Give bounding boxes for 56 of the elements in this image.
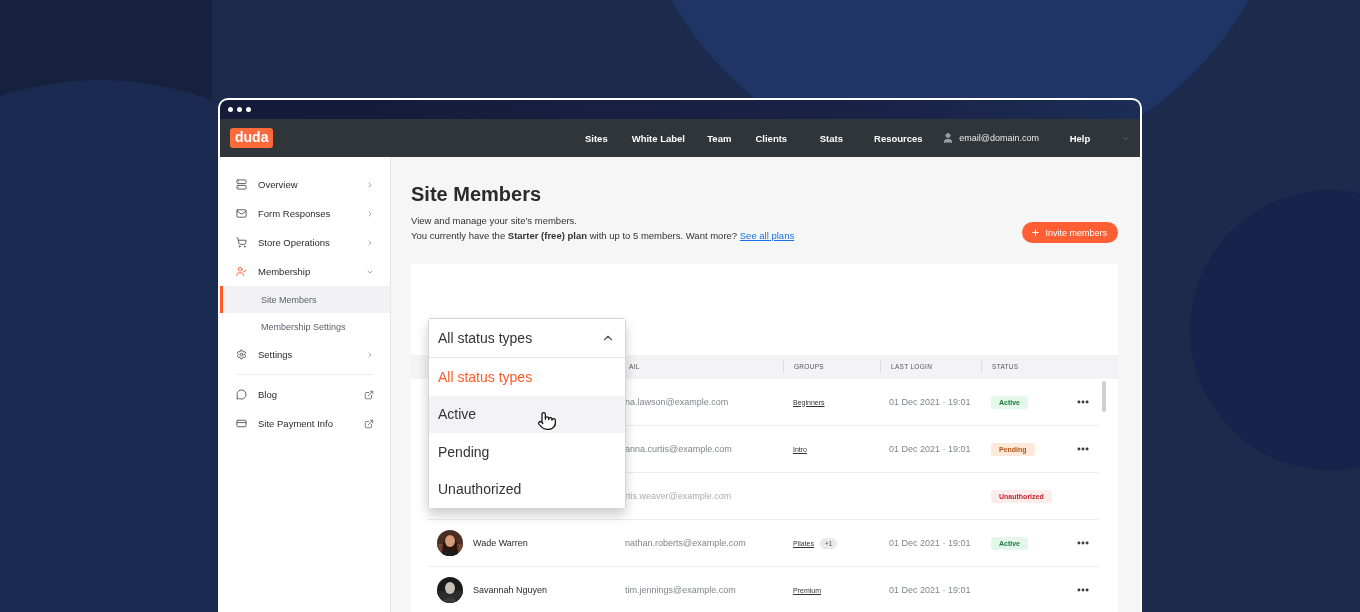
window-dot <box>228 107 233 112</box>
external-link-icon <box>364 418 374 429</box>
scrollbar[interactable] <box>1102 381 1106 412</box>
sidebar-subitem[interactable]: Site Members <box>220 286 390 313</box>
member-name: Savannah Nguyen <box>473 585 548 595</box>
server-icon <box>236 179 247 190</box>
cart-icon <box>236 237 247 248</box>
chevron-right-icon <box>366 350 374 359</box>
last-login: 01 Dec 2021 · 19:01 <box>888 444 972 454</box>
dropdown-option[interactable]: Pending <box>429 433 625 471</box>
member-name: Wade Warren <box>473 538 528 548</box>
nav-link[interactable]: Resources <box>864 132 933 144</box>
external-link-icon <box>364 389 374 400</box>
sidebar-item[interactable]: Form Responses <box>220 199 390 228</box>
sidebar-item[interactable]: Settings <box>220 340 390 369</box>
nav-link[interactable]: White Label <box>622 132 695 144</box>
speech-bubble-icon <box>236 389 247 400</box>
window-dot <box>246 107 251 112</box>
member-email: na.lawson@example.com <box>624 397 730 407</box>
user-check-icon <box>236 266 247 277</box>
card-icon <box>236 418 247 429</box>
last-login: 01 Dec 2021 · 19:01 <box>888 397 972 407</box>
sidebar-item[interactable]: Site Payment Info <box>220 409 390 438</box>
settings-icon <box>236 349 247 360</box>
page-title: Site Members <box>411 183 543 206</box>
nav-link[interactable]: Help <box>1065 132 1095 144</box>
status-filter-select[interactable]: All status types <box>429 319 625 358</box>
user-icon <box>942 132 955 144</box>
dropdown-option[interactable]: Unauthorized <box>429 470 625 508</box>
sidebar-item[interactable]: Membership <box>220 257 390 286</box>
nav-link[interactable]: Clients <box>744 132 799 144</box>
page-description: View and manage your site’s members. <box>411 214 578 228</box>
sidebar-item[interactable]: Overview <box>220 170 390 199</box>
account-email[interactable]: email@domain.com <box>959 133 1039 143</box>
member-email: rtis.weaver@example.com <box>624 491 733 501</box>
nav-link[interactable]: Stats <box>798 132 865 144</box>
nav-link[interactable]: Sites <box>570 132 623 144</box>
chevron-right-icon <box>366 238 374 247</box>
window-dot <box>237 107 242 112</box>
plan-text: You currently have the Starter (free) plan with up to 5 members. Want more? See all plans <box>411 229 795 243</box>
hand-cursor-icon <box>537 411 557 431</box>
dropdown-option[interactable]: Active <box>429 395 625 433</box>
plus-icon <box>1031 228 1041 237</box>
member-email: tim.jennings@example.com <box>624 585 737 595</box>
chevron-right-icon <box>366 180 374 189</box>
envelope-icon <box>236 208 247 219</box>
nav-link[interactable]: Team <box>694 132 745 144</box>
sidebar-item[interactable]: Store Operations <box>220 228 390 257</box>
sidebar-subitem[interactable]: Membership Settings <box>220 313 390 340</box>
last-login: 01 Dec 2021 · 19:01 <box>888 585 972 595</box>
see-plans-link[interactable]: See all plans <box>739 230 795 241</box>
sidebar-item[interactable]: Blog <box>220 380 390 409</box>
last-login: 01 Dec 2021 · 19:01 <box>888 538 972 548</box>
chevron-right-icon <box>366 209 374 218</box>
member-email: anna.curtis@example.com <box>624 444 733 454</box>
member-email: nathan.roberts@example.com <box>624 538 747 548</box>
